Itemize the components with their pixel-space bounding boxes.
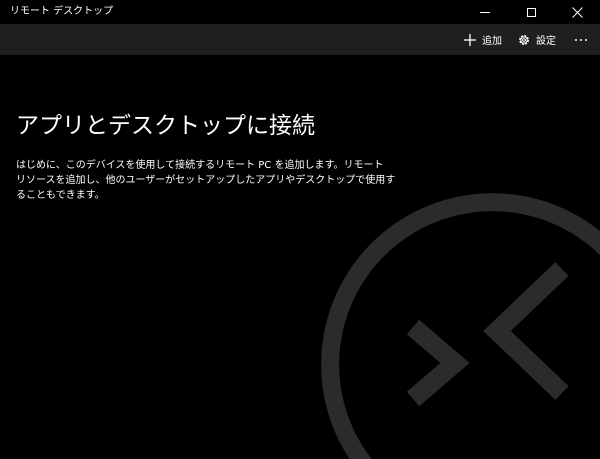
gear-icon (519, 34, 529, 45)
close-button[interactable] (554, 0, 600, 24)
plus-icon (464, 33, 476, 46)
command-bar: 追加 設定 (0, 24, 600, 55)
more-icon (575, 38, 587, 41)
remote-desktop-logo-icon (321, 193, 600, 459)
settings-button[interactable]: 設定 (517, 24, 556, 55)
minimize-icon (480, 11, 490, 13)
maximize-icon (526, 7, 536, 17)
main-content: アプリとデスクトップに接続 はじめに、このデバイスを使用して接続するリモート P… (0, 55, 600, 459)
title-bar: リモート デスクトップ (0, 0, 600, 24)
maximize-button[interactable] (508, 0, 554, 24)
more-button[interactable] (569, 24, 593, 55)
minimize-button[interactable] (462, 0, 508, 24)
page-title: アプリとデスクトップに接続 (16, 113, 315, 139)
add-button[interactable]: 追加 (463, 24, 502, 55)
add-button-label: 追加 (482, 36, 502, 47)
app-title: リモート デスクトップ (10, 6, 114, 17)
settings-button-label: 設定 (536, 36, 556, 47)
page-description: はじめに、このデバイスを使用して接続するリモート PC を追加します。リモート … (16, 160, 396, 201)
close-icon (571, 6, 583, 18)
